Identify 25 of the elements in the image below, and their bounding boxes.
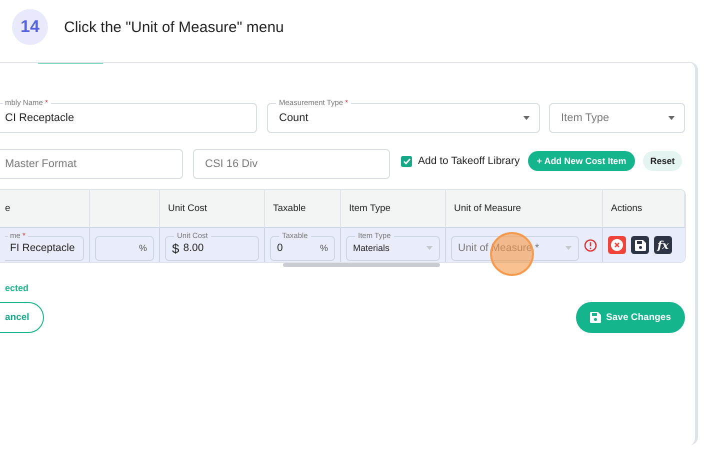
checkbox-label: Add to Takeoff Library bbox=[418, 155, 520, 167]
caret-icon bbox=[565, 246, 572, 250]
column-header: Actions bbox=[603, 190, 685, 228]
formula-button[interactable]: fx bbox=[654, 236, 672, 254]
select-field[interactable]: Item Type bbox=[549, 97, 685, 133]
column-header: Taxable bbox=[265, 190, 341, 228]
input-field[interactable]: Master Format bbox=[0, 143, 183, 179]
caret-icon bbox=[668, 116, 675, 120]
reset-button[interactable]: Reset bbox=[643, 151, 682, 171]
step-instruction: Click the "Unit of Measure" menu bbox=[64, 18, 284, 36]
selection-status: ected bbox=[4, 283, 30, 293]
delete-button[interactable] bbox=[608, 236, 626, 254]
checkbox[interactable] bbox=[401, 156, 412, 166]
column-header: e bbox=[0, 190, 90, 228]
scrollbar[interactable] bbox=[283, 263, 440, 267]
caret-icon bbox=[426, 246, 433, 250]
column-header: Unit of Measure bbox=[446, 190, 603, 228]
close-icon bbox=[611, 239, 623, 251]
step-number: 14 bbox=[12, 9, 48, 45]
input-field[interactable]: CSI 16 Div bbox=[193, 143, 390, 179]
caret-icon bbox=[523, 116, 530, 120]
column-header: Item Type bbox=[341, 190, 446, 228]
click-indicator bbox=[490, 232, 534, 276]
save-button[interactable] bbox=[631, 236, 649, 254]
column-header: Unit Cost bbox=[160, 190, 265, 228]
